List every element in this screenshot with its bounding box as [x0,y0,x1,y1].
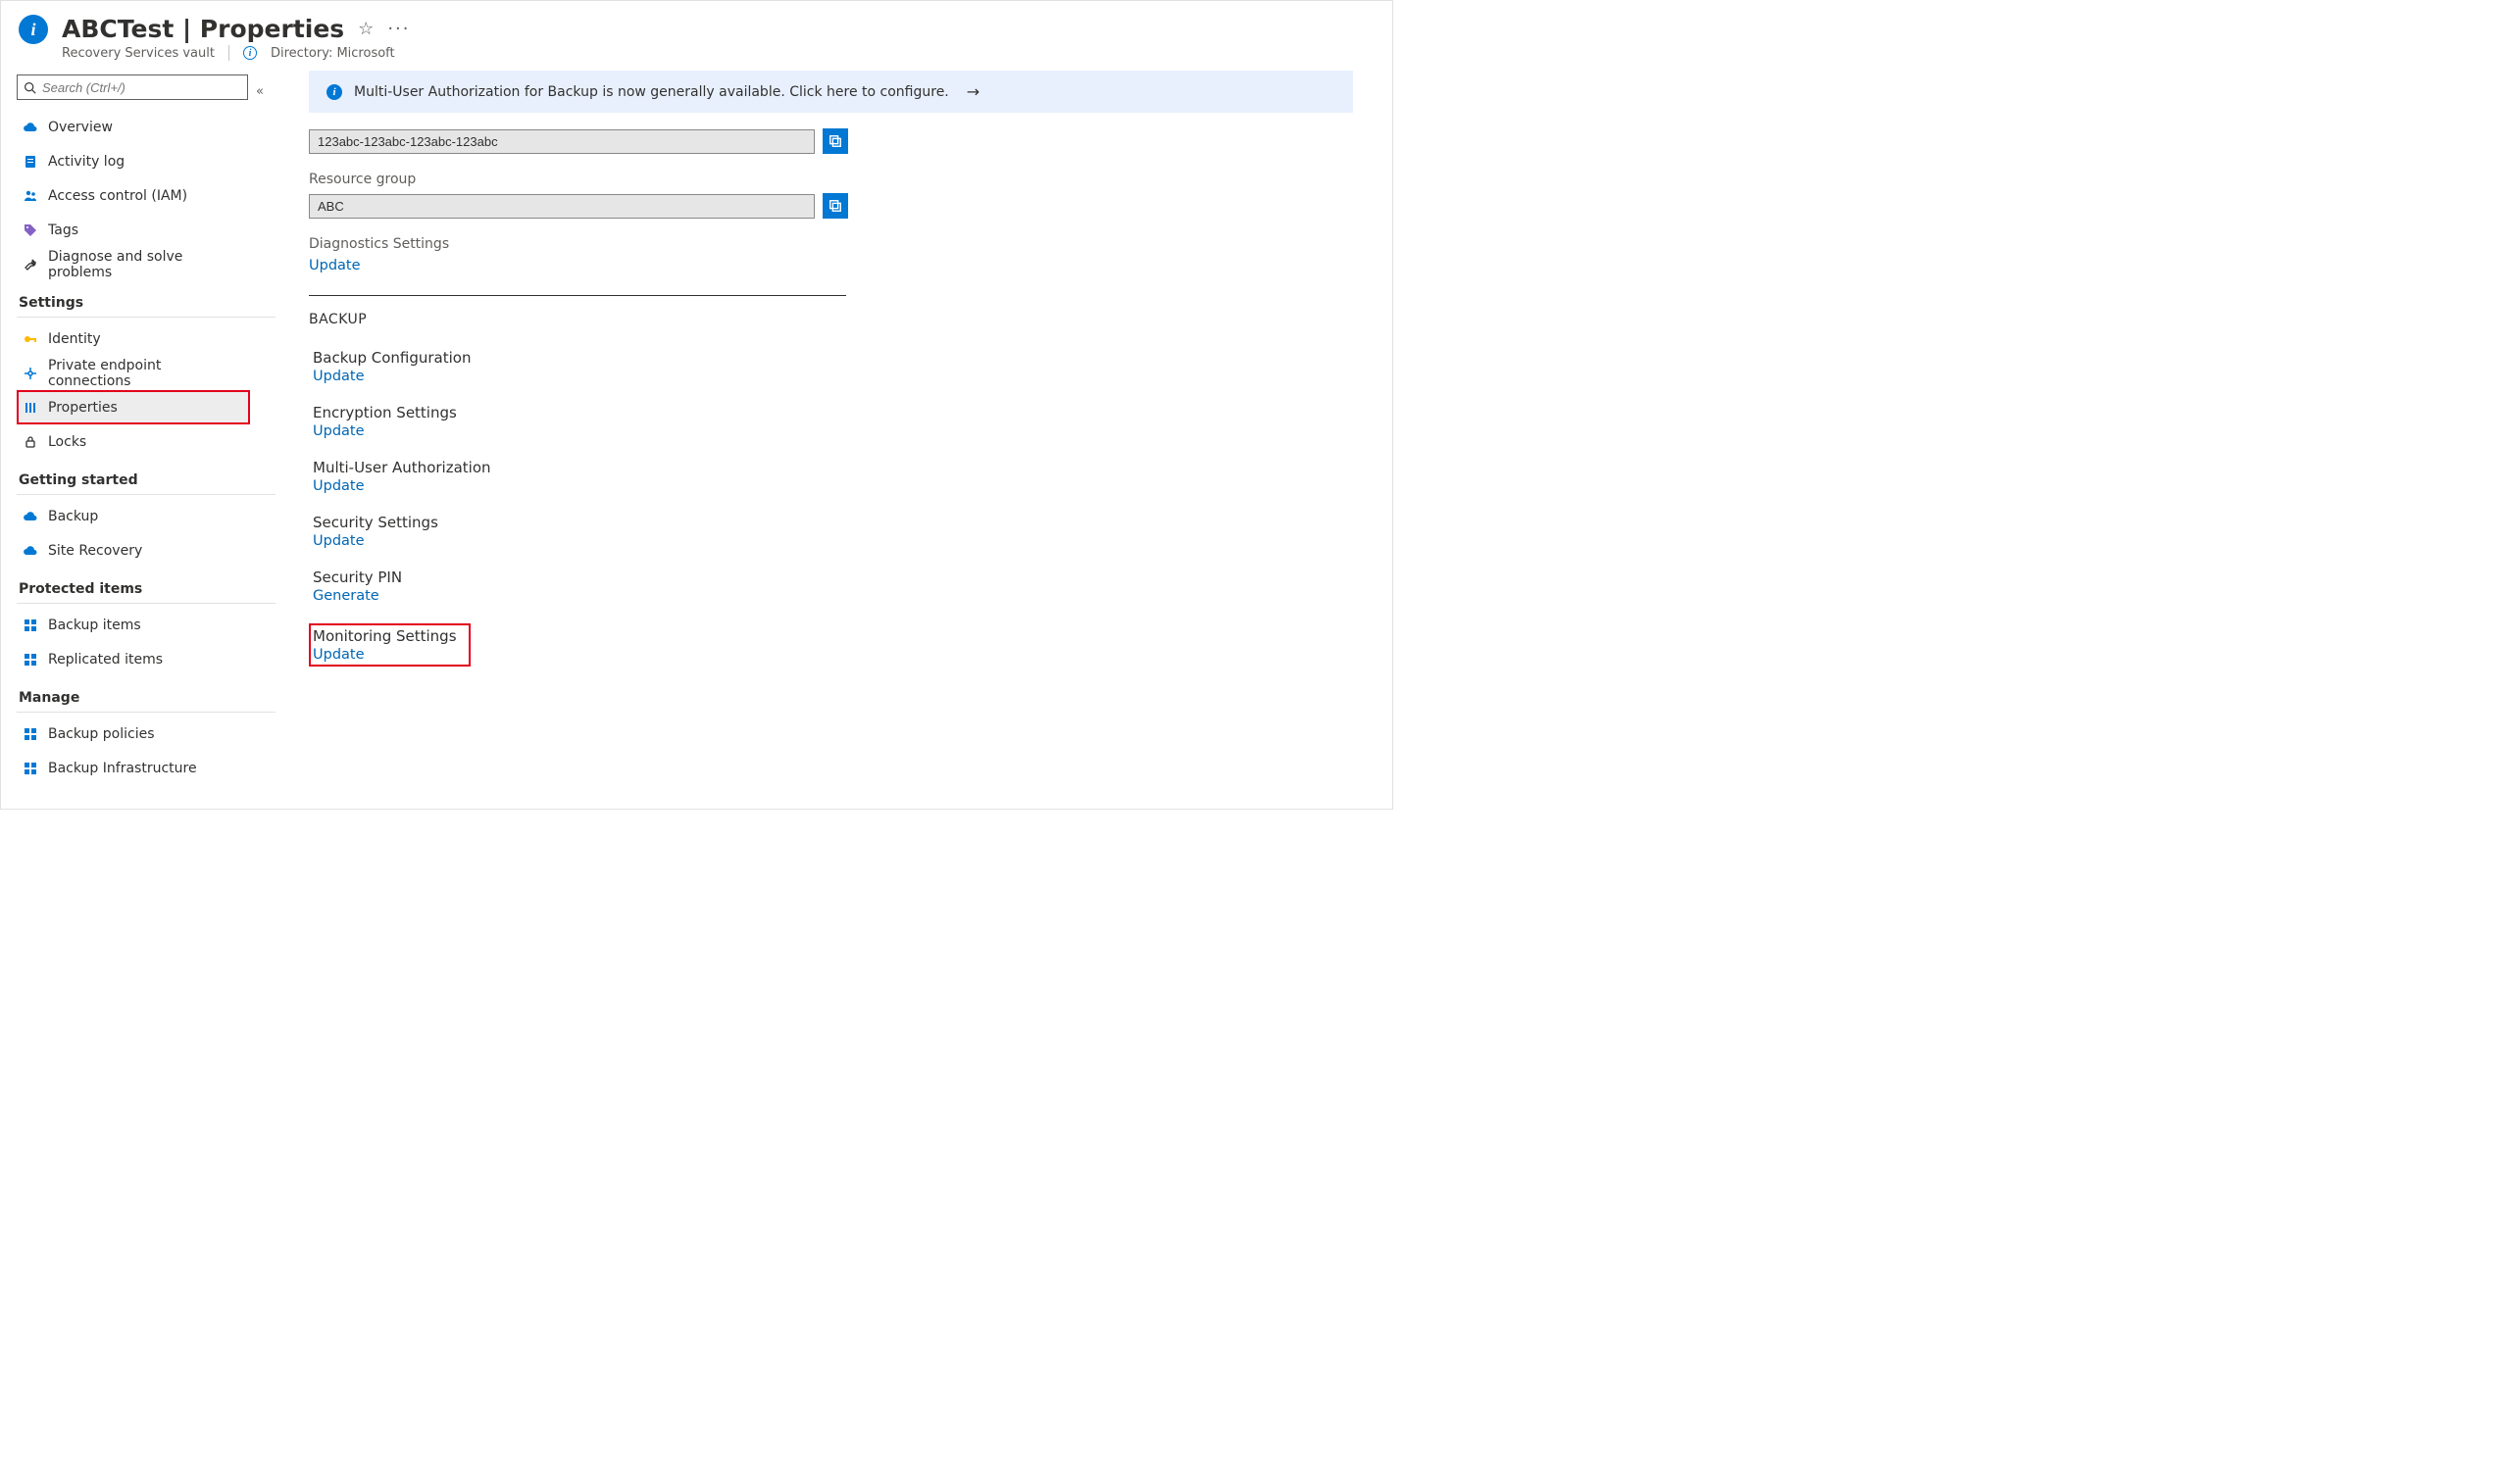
directory-label: Directory: Microsoft [271,46,395,61]
sidebar-item-label: Access control (IAM) [48,188,187,204]
property-title: Backup Configuration [313,349,1353,367]
separator [228,45,229,61]
sidebar-item-tags[interactable]: Tags [17,213,250,247]
cloud-blue-icon [23,120,38,135]
copy-icon [828,134,842,148]
diagnostics-label: Diagnostics Settings [309,236,1353,252]
property-title: Security Settings [313,514,1353,531]
sidebar-item-private-endpoint[interactable]: Private endpoint connections [17,356,250,390]
log-blue-icon [23,154,38,170]
banner-text: Multi-User Authorization for Backup is n… [354,84,949,100]
grid-blue-icon [23,761,38,776]
vault-id-field[interactable] [309,129,815,154]
sliders-blue-icon [23,400,38,416]
property-title: Security PIN [313,569,1353,586]
tag-purple-icon [23,223,38,238]
nav-section-settings: Settings [17,281,276,318]
copy-id-button[interactable] [823,128,848,154]
property-action-link[interactable]: Update [313,369,1353,384]
collapse-sidebar-icon[interactable]: « [252,80,268,103]
search-input[interactable] [42,80,241,95]
sidebar-item-access-control[interactable]: Access control (IAM) [17,178,250,213]
sidebar-item-backup-items[interactable]: Backup items [17,608,250,642]
sidebar-item-label: Private endpoint connections [48,358,244,389]
arrow-right-icon: → [967,82,979,101]
sidebar-item-site-recovery[interactable]: Site Recovery [17,533,250,568]
info-icon: i [326,84,342,100]
property-title: Multi-User Authorization [313,459,1353,476]
copy-icon [828,199,842,213]
sidebar-item-properties[interactable]: Properties [17,390,250,424]
property-action-link[interactable]: Generate [313,588,1353,604]
sidebar-item-label: Identity [48,331,101,347]
sidebar-item-backup-policies[interactable]: Backup policies [17,717,250,751]
sidebar-item-identity[interactable]: Identity [17,322,250,356]
sidebar-item-activity-log[interactable]: Activity log [17,144,250,178]
sidebar-item-label: Diagnose and solve problems [48,249,244,280]
nav-section-protected: Protected items [17,568,276,604]
sidebar-item-label: Tags [48,223,78,238]
property-block: Security PIN Generate [309,569,1353,604]
property-action-link[interactable]: Update [313,533,1353,549]
sidebar-item-locks[interactable]: Locks [17,424,250,459]
page-header: i ABCTest | Properties ☆ ··· Recovery Se… [1,1,1392,67]
property-block: Security Settings Update [309,514,1353,549]
wrench-icon [23,257,38,272]
section-divider [309,295,846,296]
sidebar-item-backup-infra[interactable]: Backup Infrastructure [17,751,250,785]
sidebar-item-label: Backup [48,509,98,524]
endpoint-blue-icon [23,366,38,381]
property-block: Backup Configuration Update [309,349,1353,384]
info-banner[interactable]: i Multi-User Authorization for Backup is… [309,71,1353,113]
property-block: Encryption Settings Update [309,404,1353,439]
cloud-blue-icon [23,543,38,559]
property-action-link[interactable]: Update [313,647,457,663]
sidebar-item-overview[interactable]: Overview [17,110,250,144]
grid-blue-icon [23,618,38,633]
property-block: Monitoring Settings Update [309,623,471,667]
info-icon[interactable]: i [243,46,257,60]
sidebar-search[interactable] [17,74,248,100]
favorite-star-icon[interactable]: ☆ [358,19,374,39]
sidebar-item-label: Backup Infrastructure [48,761,197,776]
property-block: Multi-User Authorization Update [309,459,1353,494]
sidebar-item-label: Locks [48,434,86,450]
resource-type-label: Recovery Services vault [62,46,215,61]
sidebar-item-label: Backup policies [48,726,155,742]
sidebar-item-diagnose[interactable]: Diagnose and solve problems [17,247,250,281]
property-action-link[interactable]: Update [313,423,1353,439]
sidebar-item-label: Site Recovery [48,543,142,559]
sidebar: « Overview Activity log Access control (IA… [1,67,276,814]
page-title: ABCTest | Properties [62,15,344,43]
backup-section-heading: BACKUP [309,312,1353,327]
diagnostics-update-link[interactable]: Update [309,258,1353,273]
copy-resource-group-button[interactable] [823,193,848,219]
property-title: Encryption Settings [313,404,1353,421]
resource-group-field[interactable] [309,194,815,219]
resource-group-label: Resource group [309,172,1353,187]
property-title: Monitoring Settings [313,627,457,645]
more-actions-icon[interactable]: ··· [387,19,410,39]
sidebar-item-label: Replicated items [48,652,163,668]
sidebar-item-replicated-items[interactable]: Replicated items [17,642,250,676]
grid-blue-icon [23,726,38,742]
sidebar-item-label: Properties [48,400,118,416]
sidebar-item-label: Overview [48,120,113,135]
search-icon [24,81,36,94]
nav-section-manage: Manage [17,676,276,713]
people-blue-icon [23,188,38,204]
cloud-blue-icon [23,509,38,524]
lock-icon [23,434,38,450]
key-yellow-icon [23,331,38,347]
nav-section-getting-started: Getting started [17,459,276,495]
vault-info-icon: i [19,15,48,44]
grid-blue-icon [23,652,38,668]
sidebar-item-label: Activity log [48,154,125,170]
main-content: i Multi-User Authorization for Backup is… [276,71,1392,814]
sidebar-item-label: Backup items [48,618,141,633]
sidebar-item-backup[interactable]: Backup [17,499,250,533]
property-action-link[interactable]: Update [313,478,1353,494]
